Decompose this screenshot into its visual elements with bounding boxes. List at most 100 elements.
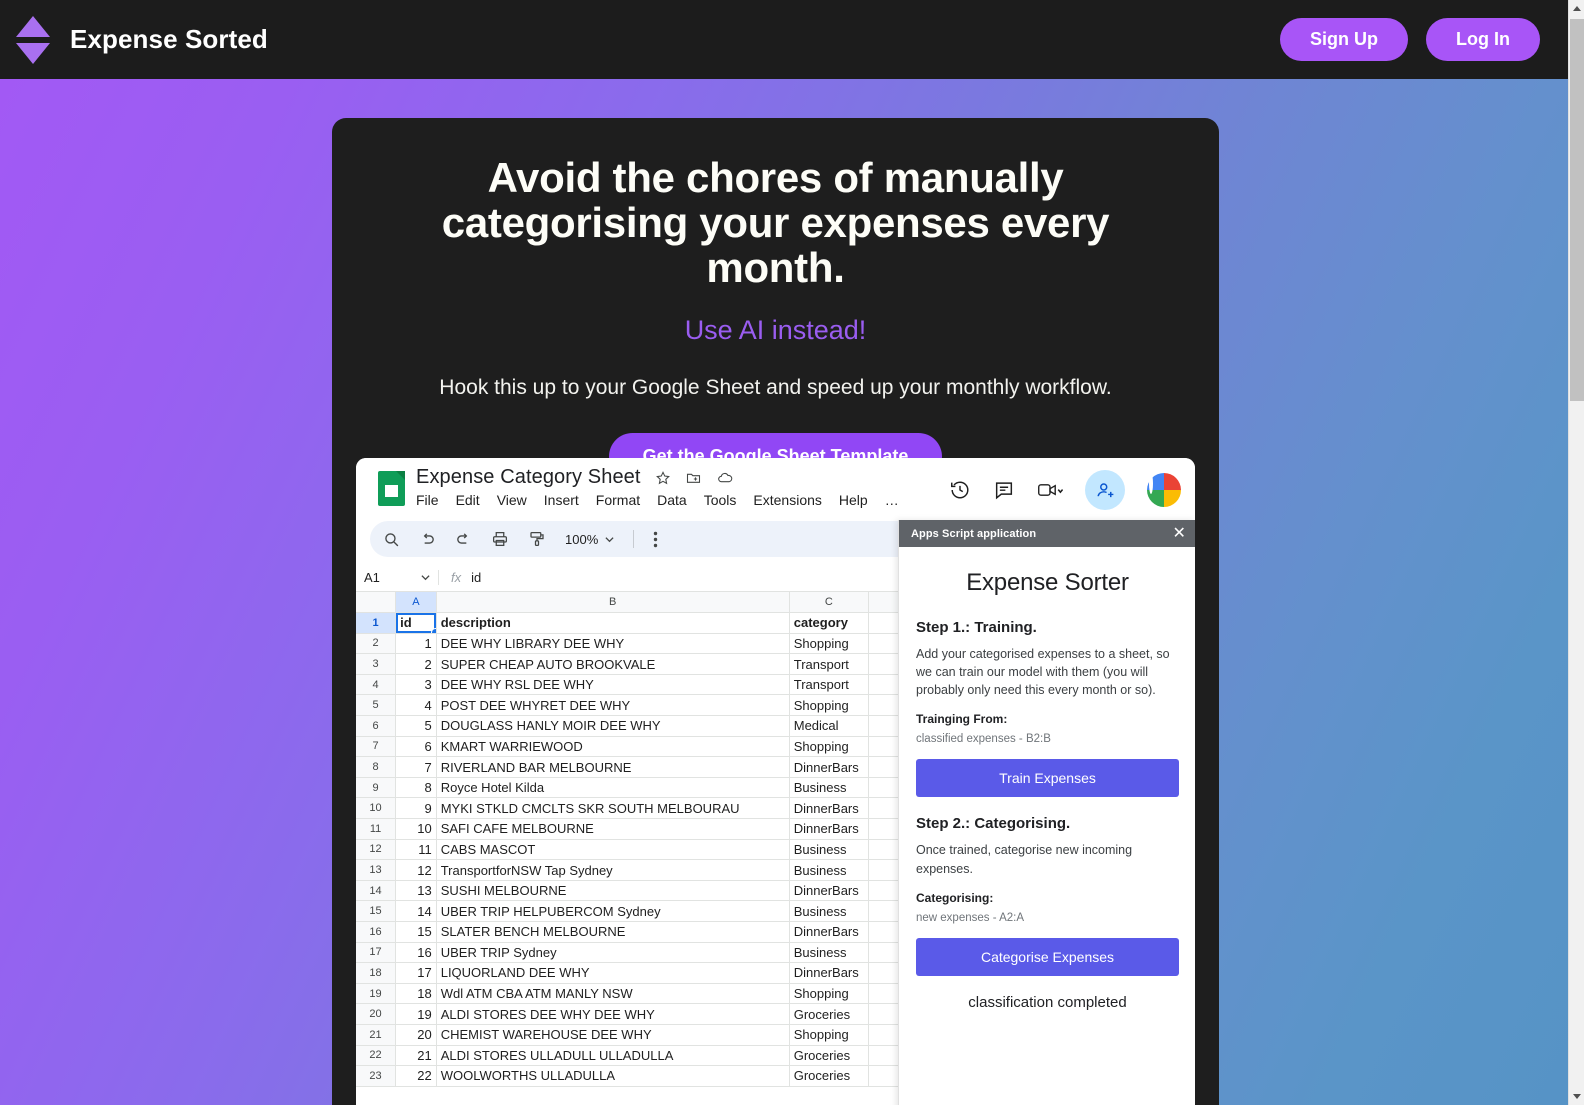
cell-empty[interactable] (868, 797, 902, 820)
share-button[interactable] (1085, 470, 1125, 510)
move-to-folder-icon[interactable] (685, 470, 702, 486)
cell-id[interactable]: 19 (395, 1003, 437, 1025)
categorising-range-field[interactable]: new expenses - A2:A (916, 912, 1179, 926)
cell-empty[interactable] (868, 1003, 902, 1025)
cell-id[interactable]: 22 (395, 1065, 437, 1087)
cell-description[interactable]: SAFI CAFE MELBOURNE (436, 818, 790, 840)
table-row[interactable]: 13 12 TransportforNSW Tap Sydney Business (356, 859, 902, 881)
cell-description[interactable]: SUPER CHEAP AUTO BROOKVALE (436, 653, 790, 675)
cell-category[interactable]: Business (789, 859, 869, 881)
cell-empty[interactable] (868, 880, 902, 902)
row-header[interactable]: 6 (356, 715, 397, 737)
row-header[interactable]: 7 (356, 736, 397, 758)
menu-format[interactable]: Format (596, 492, 640, 508)
table-row[interactable]: 3 2 SUPER CHEAP AUTO BROOKVALE Transport (356, 653, 902, 675)
cell-empty[interactable] (868, 736, 902, 758)
comment-icon[interactable] (993, 479, 1015, 501)
document-title[interactable]: Expense Category Sheet (416, 466, 641, 489)
row-header[interactable]: 8 (356, 756, 397, 778)
cell-description[interactable]: SUSHI MELBOURNE (436, 880, 790, 902)
cell-id[interactable]: 20 (395, 1024, 437, 1046)
meet-video-icon[interactable] (1037, 480, 1063, 500)
cell-id[interactable]: 16 (395, 942, 437, 964)
table-row[interactable]: 7 6 KMART WARRIEWOOD Shopping (356, 736, 902, 758)
cell-empty[interactable] (868, 942, 902, 964)
avatar[interactable] (1147, 473, 1181, 507)
cell-empty[interactable] (868, 818, 902, 840)
cell-id[interactable]: 12 (395, 859, 437, 881)
paint-format-icon[interactable] (528, 530, 546, 548)
zoom-selector[interactable]: 100% (565, 532, 614, 547)
cell-category[interactable]: Shopping (789, 1024, 869, 1046)
cell-empty[interactable] (868, 962, 902, 984)
menu-view[interactable]: View (497, 492, 527, 508)
cell-empty[interactable] (868, 921, 902, 943)
search-icon[interactable] (383, 531, 400, 548)
table-row[interactable]: 10 9 MYKI STKLD CMCLTS SKR SOUTH MELBOURAU… (356, 797, 902, 820)
table-row[interactable]: 8 7 RIVERLAND BAR MELBOURNE DinnerBars (356, 756, 902, 778)
cell-description[interactable]: SLATER BENCH MELBOURNE (436, 921, 790, 943)
row-header[interactable]: 14 (356, 880, 397, 902)
row-header[interactable]: 23 (356, 1065, 397, 1087)
cell-id[interactable]: 13 (395, 880, 437, 902)
table-row[interactable]: 23 22 WOOLWORTHS ULLADULLA Groceries (356, 1065, 902, 1087)
cell-c1[interactable]: category (789, 612, 869, 634)
menu-edit[interactable]: Edit (456, 492, 480, 508)
table-row[interactable]: 20 19 ALDI STORES DEE WHY DEE WHY Groceries (356, 1003, 902, 1025)
cell-description[interactable]: Wdl ATM CBA ATM MANLY NSW (436, 983, 790, 1005)
row-header[interactable]: 19 (356, 983, 397, 1005)
cell-description[interactable]: WOOLWORTHS ULLADULLA (436, 1065, 790, 1087)
cell-id[interactable]: 18 (395, 983, 437, 1005)
cell-description[interactable]: DEE WHY LIBRARY DEE WHY (436, 633, 790, 655)
table-row[interactable]: 16 15 SLATER BENCH MELBOURNE DinnerBars (356, 921, 902, 943)
redo-icon[interactable] (455, 531, 472, 548)
version-history-icon[interactable] (949, 479, 971, 501)
cell-category[interactable]: Shopping (789, 983, 869, 1005)
cell-d1[interactable] (868, 612, 902, 634)
cell-empty[interactable] (868, 1065, 902, 1087)
cell-id[interactable]: 15 (395, 921, 437, 943)
scroll-down-arrow-icon[interactable] (1569, 1088, 1584, 1105)
table-row[interactable]: 18 17 LIQUORLAND DEE WHY DinnerBars (356, 962, 902, 984)
table-row[interactable]: 12 11 CABS MASCOT Business (356, 839, 902, 861)
table-row[interactable]: 9 8 Royce Hotel Kilda Business (356, 777, 902, 799)
cell-empty[interactable] (868, 694, 902, 717)
table-row[interactable]: 11 10 SAFI CAFE MELBOURNE DinnerBars (356, 818, 902, 840)
cell-description[interactable]: ALDI STORES DEE WHY DEE WHY (436, 1003, 790, 1025)
cell-id[interactable]: 4 (395, 694, 437, 717)
row-header[interactable]: 20 (356, 1003, 397, 1025)
cell-id[interactable]: 2 (395, 653, 437, 675)
page-scrollbar[interactable] (1568, 0, 1584, 1105)
brand-logo-group[interactable]: Expense Sorted (16, 15, 268, 64)
table-row[interactable]: 5 4 POST DEE WHYRET DEE WHY Shopping (356, 694, 902, 717)
table-row[interactable]: 15 14 UBER TRIP HELPUBERCOM Sydney Business (356, 900, 902, 922)
cell-category[interactable]: Business (789, 900, 869, 922)
cell-id[interactable]: 17 (395, 962, 437, 984)
cell-category[interactable]: Groceries (789, 1003, 869, 1025)
cell-id[interactable]: 5 (395, 715, 437, 737)
cell-category[interactable]: Business (789, 777, 869, 799)
menu-tools[interactable]: Tools (704, 492, 737, 508)
cell-category[interactable]: DinnerBars (789, 880, 869, 902)
table-row[interactable]: 2 1 DEE WHY LIBRARY DEE WHY Shopping (356, 633, 902, 655)
cell-description[interactable]: ALDI STORES ULLADULL ULLADULLA (436, 1045, 790, 1067)
close-icon[interactable]: ✕ (1172, 525, 1186, 542)
menu-data[interactable]: Data (657, 492, 687, 508)
more-options-icon[interactable] (653, 531, 658, 548)
cell-empty[interactable] (868, 674, 902, 696)
row-header[interactable]: 3 (356, 653, 397, 675)
row-header[interactable]: 22 (356, 1045, 397, 1067)
cell-empty[interactable] (868, 715, 902, 737)
scrollbar-thumb[interactable] (1570, 19, 1584, 401)
cell-empty[interactable] (868, 859, 902, 881)
cell-category[interactable]: Medical (789, 715, 869, 737)
row-header[interactable]: 17 (356, 942, 397, 964)
cell-category[interactable]: Business (789, 839, 869, 861)
cell-id[interactable]: 3 (395, 674, 437, 696)
cell-empty[interactable] (868, 653, 902, 675)
cell-description[interactable]: RIVERLAND BAR MELBOURNE (436, 756, 790, 778)
cell-category[interactable]: Groceries (789, 1045, 869, 1067)
cell-id[interactable]: 14 (395, 900, 437, 922)
column-header-d[interactable] (868, 592, 902, 614)
cell-a1[interactable]: id (395, 612, 437, 634)
